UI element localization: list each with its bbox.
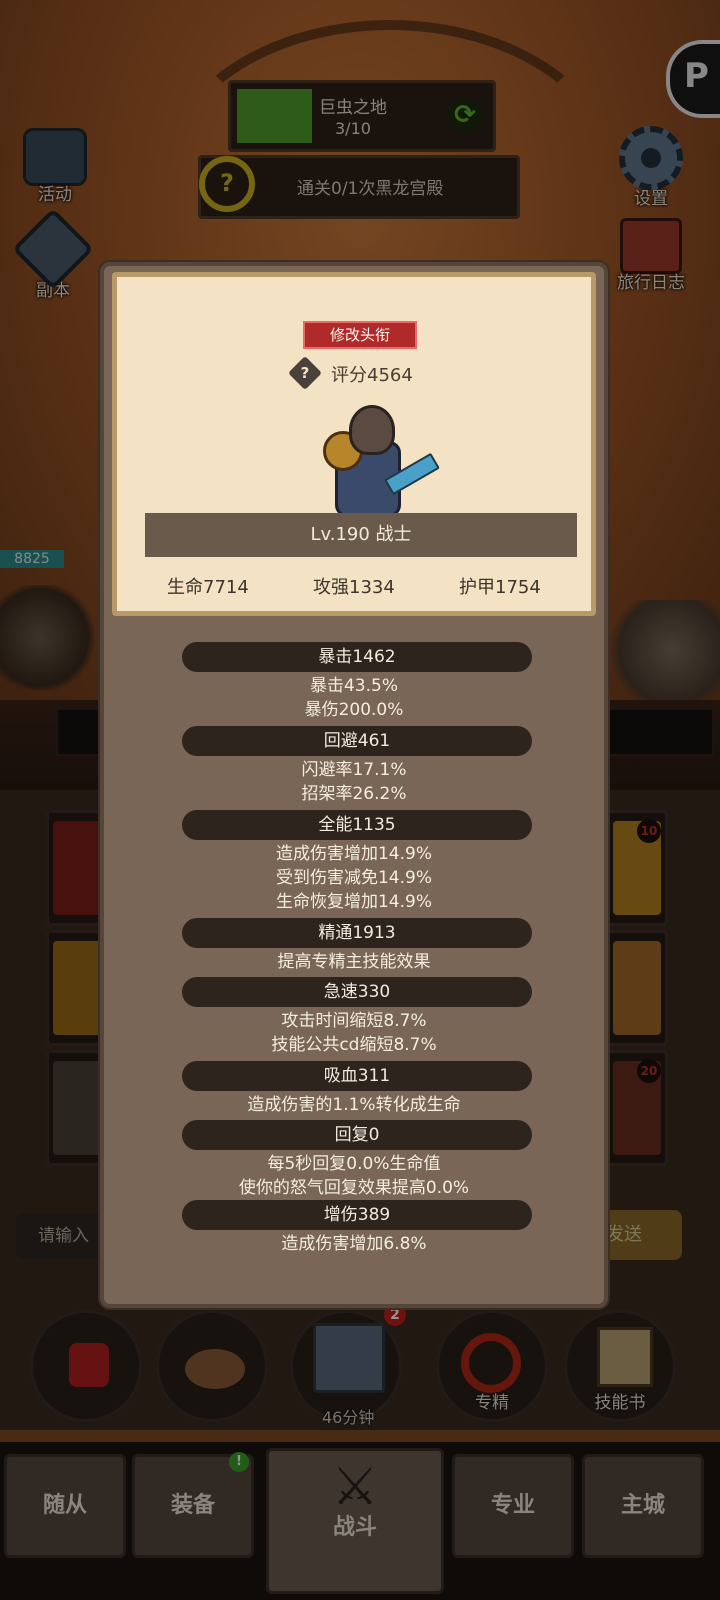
stat-detail: 受到伤害减免14.9% [275,868,432,888]
armor-stat: 护甲1754 [459,577,541,598]
stat-header: 暴击1462 [182,642,532,672]
stat-detail: 攻击时间缩短8.7% [281,1011,427,1031]
help-icon[interactable]: ? [288,356,322,390]
stat-detail: 技能公共cd缩短8.7% [271,1035,437,1055]
character-card: 修改头衔 ? 评分4564 Lv.190 战士 生命7714 攻强1334 护甲… [112,272,596,616]
stat-detail: 提高专精主技能效果 [277,952,431,972]
stat-detail: 造成伤害增加14.9% [275,844,432,864]
character-stats-modal: 修改头衔 ? 评分4564 Lv.190 战士 生命7714 攻强1334 护甲… [100,262,608,1308]
stat-detail: 生命恢复增加14.9% [275,892,432,912]
hp-stat: 生命7714 [167,577,249,598]
stat-header: 回避461 [182,726,532,756]
attack-power-stat: 攻强1334 [313,577,395,598]
stat-detail: 造成伤害增加6.8% [281,1234,427,1254]
edit-title-button[interactable]: 修改头衔 [303,321,417,349]
stat-detail: 使你的怒气回复效果提高0.0% [238,1178,470,1198]
stat-detail: 每5秒回复0.0%生命值 [267,1154,441,1174]
stat-detail: 闪避率17.1% [301,760,407,780]
stat-header: 回复0 [182,1120,532,1150]
level-class-bar: Lv.190 战士 [145,513,577,557]
stat-detail: 招架率26.2% [301,784,407,804]
stat-header: 增伤389 [182,1200,532,1230]
stat-detail: 造成伤害的1.1%转化成生命 [247,1095,461,1115]
score-value: 评分4564 [331,365,413,386]
stat-header: 急速330 [182,977,532,1007]
stat-detail: 暴击43.5% [309,676,398,696]
stat-detail: 暴伤200.0% [304,700,404,720]
stat-header: 精通1913 [182,918,532,948]
character-avatar [315,401,440,519]
stat-header: 吸血311 [182,1061,532,1091]
stat-header: 全能1135 [182,810,532,840]
